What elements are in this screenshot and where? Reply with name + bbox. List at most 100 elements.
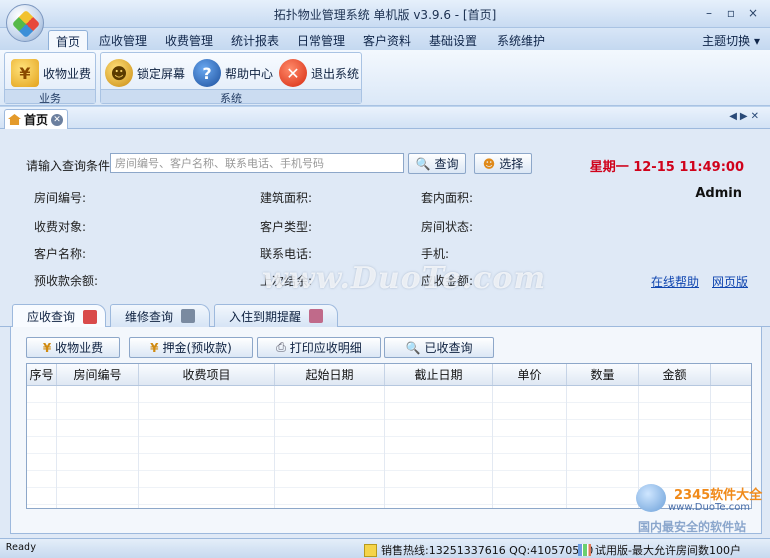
collect-fee-button[interactable]: ¥ 收物业费	[26, 337, 120, 358]
lock-user-icon: ☻	[105, 59, 133, 87]
title-bar: 拓扑物业管理系统 单机版 v3.9.6 - [首页] – ▫ ×	[0, 0, 770, 28]
window-title: 拓扑物业管理系统 单机版 v3.9.6 - [首页]	[273, 8, 497, 22]
field-inner-area: 套内面积:	[421, 191, 474, 205]
online-help-link[interactable]: 在线帮助	[651, 273, 699, 290]
status-trial-text: 试用版-最大允许房间数100户	[595, 544, 741, 557]
lock-screen-label: 锁定屏幕	[137, 66, 186, 81]
person-icon: ☻	[482, 156, 496, 171]
col-charge-item[interactable]: 收费项目	[139, 364, 275, 385]
field-customer-name: 客户名称:	[34, 247, 87, 261]
home-icon	[8, 114, 21, 125]
system-group-label: 系统	[101, 89, 361, 105]
col-quantity[interactable]: 数量	[567, 364, 639, 385]
search-button[interactable]: 🔍 查询	[408, 153, 466, 174]
calendar-icon	[309, 309, 324, 323]
tab-nav-arrows[interactable]: ◀▶✕	[729, 111, 762, 122]
business-group-label: 业务	[5, 89, 95, 105]
field-building-area: 建筑面积:	[260, 191, 313, 205]
theme-switch-label: 主题切换	[702, 34, 751, 48]
col-amount[interactable]: 金额	[639, 364, 711, 385]
badge-brand: 2345软件大全	[674, 488, 763, 503]
system-group: ☻ 锁定屏幕 ? 帮助中心 ✕ 退出系统 系统	[100, 52, 362, 105]
col-end-date[interactable]: 截止日期	[385, 364, 493, 385]
minimize-button[interactable]: –	[700, 6, 718, 20]
field-room-no: 房间编号:	[34, 191, 87, 205]
doc-tab-label: 首页	[24, 113, 49, 127]
tab-customers[interactable]: 客户资料	[358, 30, 416, 50]
col-seq[interactable]: 序号	[27, 364, 57, 385]
main-content: 请输入查询条件 🔍 查询 ☻ 选择 星期一 12-15 11:49:00 Adm…	[0, 129, 770, 538]
exit-system-label: 退出系统	[311, 66, 360, 81]
tab-basic-settings[interactable]: 基础设置	[424, 30, 482, 50]
document-tab-bar: 首页 ✕ ◀▶✕	[0, 107, 770, 129]
tab-daily[interactable]: 日常管理	[292, 30, 350, 50]
select-button-label: 选择	[499, 157, 524, 171]
col-unit-price[interactable]: 单价	[493, 364, 567, 385]
field-mobile: 手机:	[421, 247, 450, 261]
collect-fee-button-label: 收物业费	[55, 341, 104, 355]
collect-fee-ribbon-button[interactable]: ¥ 收物业费	[11, 56, 91, 90]
lock-screen-button[interactable]: ☻ 锁定屏幕	[105, 56, 185, 90]
yen-icon: ¥	[11, 59, 39, 87]
status-ready: Ready	[6, 542, 37, 553]
exit-system-button[interactable]: ✕ 退出系统	[279, 56, 359, 90]
close-tab-icon[interactable]: ✕	[51, 113, 64, 126]
site-badge: 2345软件大全 www.DuoTe.com 国内最安全的软件站	[628, 478, 768, 536]
tab-receivable-query-label: 应收查询	[27, 310, 76, 324]
current-user: Admin	[695, 186, 742, 201]
table-header: 序号 房间编号 收费项目 起始日期 截止日期 单价 数量 金额	[27, 364, 751, 386]
yen-deposit-icon: ¥	[150, 340, 159, 355]
close-button[interactable]: ×	[744, 6, 762, 20]
maximize-button[interactable]: ▫	[722, 6, 740, 20]
print-detail-button[interactable]: ⎙ 打印应收明细	[257, 337, 381, 358]
deposit-button-label: 押金(预收款)	[162, 341, 232, 355]
field-room-status: 房间状态:	[421, 220, 474, 234]
col-start-date[interactable]: 起始日期	[275, 364, 385, 385]
menu-tab-bar: 首页 应收管理 收费管理 统计报表 日常管理 客户资料 基础设置 系统维护 主题…	[0, 28, 770, 50]
watermark: www.DuoTe.com	[262, 261, 547, 296]
collect-fee-label: 收物业费	[43, 66, 92, 81]
field-customer-type: 客户类型:	[260, 220, 313, 234]
deposit-button[interactable]: ¥ 押金(预收款)	[129, 337, 253, 358]
exit-icon: ✕	[279, 59, 307, 87]
tab-home[interactable]: 首页	[48, 30, 88, 50]
help-icon: ?	[193, 59, 221, 87]
search-input[interactable]	[110, 153, 404, 173]
doc-tab-home[interactable]: 首页 ✕	[4, 109, 68, 129]
app-logo-icon[interactable]	[6, 4, 44, 42]
ribbon: ¥ 收物业费 业务 ☻ 锁定屏幕 ? 帮助中心 ✕ 退出系统 系统	[0, 50, 770, 106]
field-contact-phone: 联系电话:	[260, 247, 313, 261]
tab-charges[interactable]: 收费管理	[160, 30, 218, 50]
status-hotline-text: 销售热线:13251337616 QQ:410570560	[381, 544, 594, 557]
note-icon	[364, 543, 377, 557]
tab-repair-query[interactable]: 维修查询	[110, 304, 210, 327]
magnifier-paid-icon: 🔍	[405, 340, 421, 355]
help-center-button[interactable]: ? 帮助中心	[193, 56, 273, 90]
badge-slogan: 国内最安全的软件站	[638, 520, 747, 534]
tab-receivables[interactable]: 应收管理	[94, 30, 152, 50]
web-version-link[interactable]: 网页版	[712, 273, 748, 290]
help-center-label: 帮助中心	[225, 66, 274, 81]
tab-move-in-expiry[interactable]: 入住到期提醒	[214, 304, 338, 327]
col-room-no[interactable]: 房间编号	[57, 364, 139, 385]
box-icon	[83, 309, 98, 324]
wrench-icon	[181, 309, 196, 323]
search-button-label: 查询	[434, 157, 459, 171]
sub-tab-bar: 应收查询 维修查询 入住到期提醒	[0, 299, 770, 328]
print-detail-button-label: 打印应收明细	[289, 341, 362, 355]
chart-icon	[578, 544, 591, 556]
business-group: ¥ 收物业费 业务	[4, 52, 96, 105]
status-hotline: 销售热线:13251337616 QQ:410570560	[364, 542, 593, 558]
yen-small-icon: ¥	[42, 340, 52, 355]
select-button[interactable]: ☻ 选择	[474, 153, 532, 174]
tab-receivable-query[interactable]: 应收查询	[12, 304, 106, 328]
status-trial: 试用版-最大允许房间数100户	[578, 542, 741, 558]
paid-query-button-label: 已收查询	[424, 341, 473, 355]
badge-site: www.DuoTe.com	[668, 502, 751, 513]
paid-query-button[interactable]: 🔍 已收查询	[384, 337, 494, 358]
tab-reports[interactable]: 统计报表	[226, 30, 284, 50]
status-bar: Ready 销售热线:13251337616 QQ:410570560 试用版-…	[0, 538, 770, 558]
tab-system-maintenance[interactable]: 系统维护	[490, 30, 552, 50]
theme-switch-button[interactable]: 主题切换 ▾	[702, 32, 760, 49]
current-datetime: 星期一 12-15 11:49:00	[589, 160, 744, 175]
